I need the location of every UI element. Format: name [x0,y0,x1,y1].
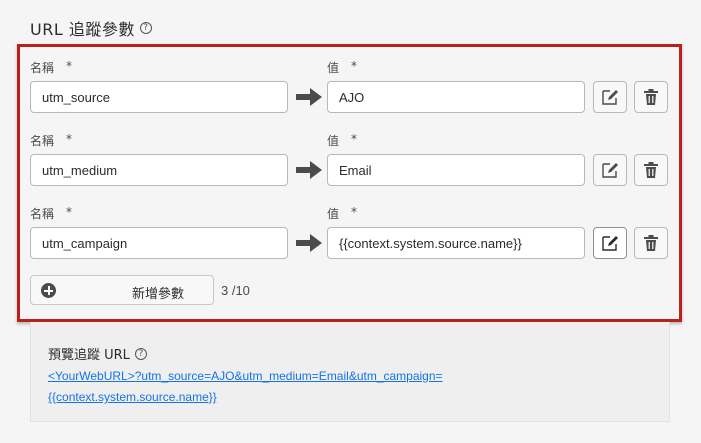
plus-circle-icon [41,283,56,298]
value-label: 值 * [327,132,357,149]
preview-url-line: {{context.system.source.name}} [48,390,217,404]
add-parameter-label: 新增參數 [132,287,185,302]
preview-title: 預覽追蹤 URL ? [48,344,147,363]
value-label-text: 值 [327,61,340,75]
value-input[interactable]: AJO [327,81,585,113]
value-label-text: 值 [327,207,340,221]
trash-icon [644,235,658,251]
required-marker: * [66,132,73,146]
trash-icon [644,89,658,105]
trash-icon [644,162,658,178]
name-input[interactable]: utm_medium [30,154,288,186]
edit-icon [602,163,618,178]
arrow-right-icon [296,88,322,106]
name-input[interactable]: utm_source [30,81,288,113]
help-icon[interactable]: ? [134,347,147,360]
preview-url-line: <YourWebURL>?utm_source=AJO&utm_medium=E… [48,369,443,383]
edit-icon [602,90,618,105]
value-label: 值 * [327,59,357,76]
preview-url-link[interactable]: <YourWebURL>?utm_source=AJO&utm_medium=E… [48,366,443,408]
name-label: 名稱 * [30,132,72,149]
value-input[interactable]: Email [327,154,585,186]
param-row: 名稱 * utm_source 值 * AJO [20,57,679,117]
name-label: 名稱 * [30,205,72,222]
edit-icon [602,236,618,251]
required-marker: * [351,59,358,73]
param-row: 名稱 * utm_campaign 值 * {{context.system.s… [20,203,679,263]
preview-panel: 預覽追蹤 URL ? <YourWebURL>?utm_source=AJO&u… [30,322,670,422]
add-parameter-button[interactable]: 新增參數 [30,275,214,305]
preview-title-text: 預覽追蹤 URL [48,348,130,363]
value-input[interactable]: {{context.system.source.name}} [327,227,585,259]
name-label-text: 名稱 [30,61,55,75]
delete-button[interactable] [634,81,668,113]
params-box: 名稱 * utm_source 值 * AJO 名稱 * utm_medium … [17,44,682,322]
section-title: URL 追蹤參數 ? [30,16,152,40]
edit-button[interactable] [593,154,627,186]
delete-button[interactable] [634,227,668,259]
value-label: 值 * [327,205,357,222]
required-marker: * [66,59,73,73]
delete-button[interactable] [634,154,668,186]
parameter-count: 3 /10 [221,283,250,298]
name-label-text: 名稱 [30,207,55,221]
name-label: 名稱 * [30,59,72,76]
required-marker: * [66,205,73,219]
section-title-text: URL 追蹤參數 [30,20,135,39]
name-input[interactable]: utm_campaign [30,227,288,259]
edit-button[interactable] [593,81,627,113]
edit-button[interactable] [593,227,627,259]
required-marker: * [351,205,358,219]
param-row: 名稱 * utm_medium 值 * Email [20,130,679,190]
value-label-text: 值 [327,134,340,148]
help-icon[interactable]: ? [139,22,152,34]
arrow-right-icon [296,234,322,252]
name-label-text: 名稱 [30,134,55,148]
required-marker: * [351,132,358,146]
arrow-right-icon [296,161,322,179]
